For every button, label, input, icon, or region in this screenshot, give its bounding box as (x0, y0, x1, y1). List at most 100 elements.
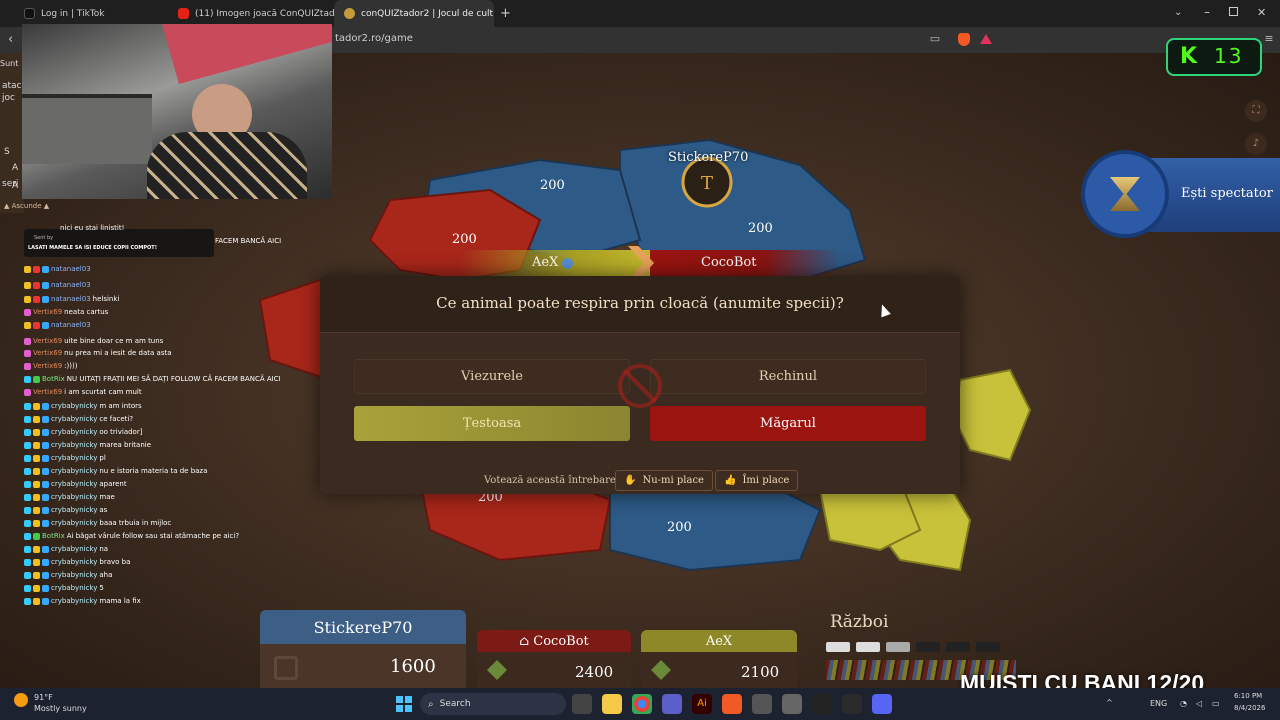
badge-icon (42, 265, 49, 273)
player-card-aex: AeX 2100 (641, 630, 797, 688)
cast-icon[interactable]: ▭ (928, 32, 942, 46)
badge-icon (33, 281, 40, 289)
chat-line: BotRix NU UITAȚI FRAȚII MEI SĂ DAȚI FOLLO… (24, 375, 281, 383)
tiktok-icon (24, 8, 35, 19)
badge-icon (42, 545, 49, 553)
badge-icon (33, 584, 40, 592)
badge-icon (24, 493, 31, 501)
badge-icon (42, 493, 49, 501)
player-emblem-icon (651, 660, 671, 680)
badge-icon (33, 402, 40, 410)
discord-icon[interactable] (872, 694, 892, 714)
player-card-cocobot: ⌂ CocoBot 2400 (477, 630, 631, 688)
kick-viewer-widget: K 13 (1166, 38, 1262, 76)
tab-youtube[interactable]: (11) Imogen joacă ConQUIZtador (m (168, 0, 334, 27)
chat-line: crybabynicky oo triviador] (24, 428, 142, 436)
tab-conquiztador[interactable]: conQUIZtador2 | Jocul de cult ✕ (334, 0, 494, 27)
weather-sun-icon[interactable] (14, 693, 28, 707)
chat-line: crybabynicky ce faceti? (24, 415, 133, 423)
chat-line: Vertix69 i am scurtat cam mult (24, 388, 142, 396)
maximize-icon[interactable] (1229, 7, 1238, 16)
url-field[interactable]: tador2.ro/game (335, 33, 413, 44)
badge-icon (33, 597, 40, 605)
battery-icon[interactable]: ▭ (1212, 699, 1220, 708)
brave-icon[interactable] (722, 694, 742, 714)
badge-icon (42, 454, 49, 462)
settings-icon[interactable] (782, 694, 802, 714)
badge-icon (24, 532, 31, 540)
answer-option-a[interactable]: Viezurele (354, 359, 630, 394)
illustrator-icon[interactable]: Ai (692, 694, 712, 714)
hourglass-icon (1110, 177, 1140, 211)
left-snippet: atac (2, 81, 22, 91)
sound-icon[interactable]: ♪ (1245, 133, 1267, 155)
badge-icon (42, 506, 49, 514)
like-button[interactable]: 👍 Îmi place (715, 470, 799, 491)
badge-icon (42, 415, 49, 423)
wifi-icon[interactable]: ◔ (1180, 699, 1187, 708)
task-view-icon[interactable] (572, 694, 592, 714)
dislike-button[interactable]: ✋ Nu-mi place (615, 470, 713, 491)
steam-icon[interactable] (842, 694, 862, 714)
close-window-icon[interactable]: ✕ (1257, 6, 1266, 19)
answer-option-c[interactable]: Țestoasa (354, 406, 630, 441)
phase-label: Război (830, 612, 889, 632)
chat-line-fragment: FACEM BANCĂ AICI (215, 237, 282, 245)
tray-chevron-icon[interactable]: ^ (1106, 698, 1113, 707)
clock-date[interactable]: 8/4/2026 (1234, 704, 1265, 712)
file-explorer-icon[interactable] (602, 694, 622, 714)
tab-tiktok[interactable]: Log in | TikTok (14, 0, 169, 27)
app-icon[interactable] (752, 694, 772, 714)
obs-icon[interactable] (812, 694, 832, 714)
search-icon: ⌕ (428, 698, 434, 710)
browser-menu-icon[interactable]: ≡ (1262, 32, 1276, 46)
badge-icon (24, 506, 31, 514)
volume-icon[interactable]: ◁ (1196, 699, 1202, 708)
thumbs-down-icon: ✋ (624, 475, 637, 486)
badge-icon (24, 584, 31, 592)
taskbar-search[interactable]: ⌕ Search (420, 693, 566, 715)
player-plus-icon (274, 656, 298, 680)
player-name: AeX (705, 634, 733, 649)
back-icon[interactable]: ‹ (8, 32, 13, 47)
answer-option-b[interactable]: Rechinul (650, 359, 926, 394)
fullscreen-icon[interactable]: ⛶ (1245, 100, 1267, 122)
weather-temp[interactable]: 91°F (34, 693, 53, 702)
teams-icon[interactable] (662, 694, 682, 714)
chat-line: crybabynicky aha (24, 571, 112, 579)
territory-east-yellow[interactable] (953, 368, 1032, 462)
badge-icon (42, 467, 49, 475)
left-edge-panel: Sunt atac joc S A A seri (0, 53, 24, 213)
badge-icon (33, 295, 40, 303)
clock-time[interactable]: 6:10 PM (1234, 692, 1262, 700)
chat-line: crybabynicky nu e istoria materia ta de b… (24, 467, 207, 475)
minimize-icon[interactable]: – (1204, 5, 1210, 19)
player-score: 2400 (575, 663, 614, 681)
brave-shield-icon[interactable] (958, 33, 970, 46)
chrome-icon[interactable] (632, 694, 652, 714)
weather-desc[interactable]: Mostly sunny (34, 704, 87, 713)
viewer-count: 13 (1214, 44, 1244, 68)
chat-line: natanael03 helsinki (24, 295, 119, 303)
language-indicator[interactable]: ENG (1150, 699, 1167, 708)
player-name: ⌂ CocoBot (519, 634, 589, 649)
duel-right-name: CocoBot (701, 255, 757, 270)
highlighted-message-text: LASATI MAMELE SA ISI EDUCE COPII COMPOT! (28, 245, 158, 251)
chat-line: crybabynicky as (24, 506, 107, 514)
new-tab-button[interactable]: + (500, 6, 511, 21)
kick-logo-icon: K (1180, 44, 1198, 69)
region-value: 200 (452, 232, 477, 247)
badge-icon (33, 545, 40, 553)
tab-search-icon[interactable]: ⌄ (1174, 7, 1182, 18)
chat-line: Vertix69 neata cartus (24, 308, 108, 316)
badge-icon (24, 545, 31, 553)
hide-chat-button[interactable]: ▲ Ascunde ▲ (4, 202, 49, 210)
windows-start-icon[interactable] (396, 696, 412, 712)
map-player-label: StickereP70 (668, 150, 749, 165)
duel-left-name: AeX (532, 255, 559, 270)
answer-option-d[interactable]: Măgarul (650, 406, 926, 441)
badge-icon (24, 375, 31, 383)
chat-line-fragment: nici eu stai linistit! (60, 224, 125, 232)
brave-rewards-icon[interactable] (980, 34, 992, 44)
badge-icon (24, 415, 31, 423)
